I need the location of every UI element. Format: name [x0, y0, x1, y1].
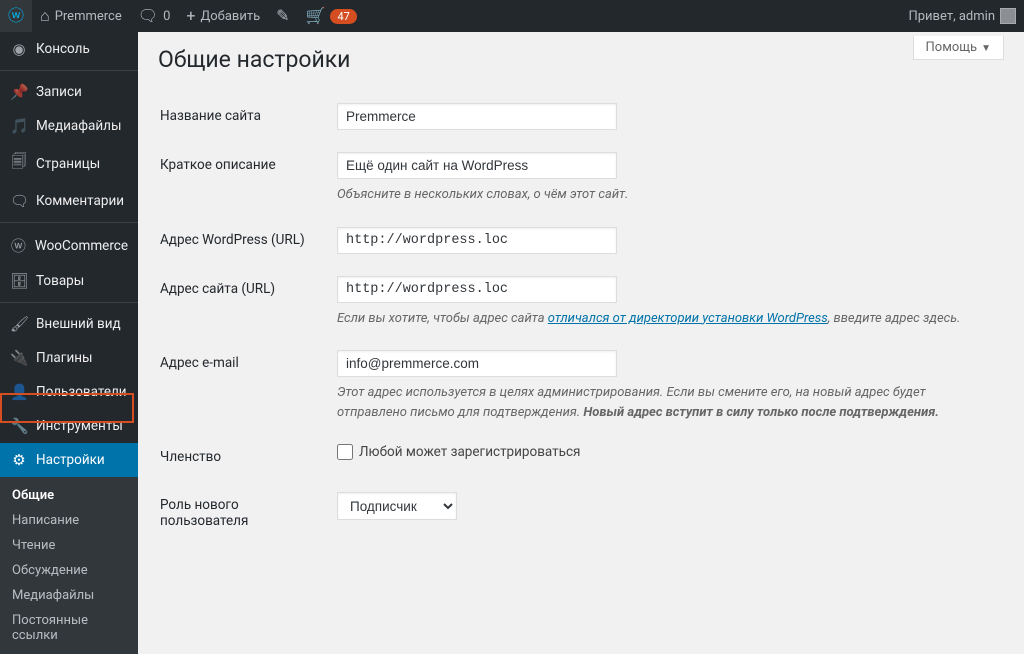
media-icon: 🎵	[10, 117, 28, 135]
avatar	[1000, 8, 1016, 24]
select-default-role[interactable]: Подписчик	[337, 492, 457, 520]
plug-icon: 🔌	[10, 349, 28, 367]
user-icon: 👤	[10, 383, 28, 401]
menu-posts[interactable]: 📌 Записи	[0, 70, 138, 109]
site-link[interactable]: ⌂ Premmerce	[32, 0, 130, 32]
menu-label: Инструменты	[36, 418, 123, 434]
menu-label: Внешний вид	[36, 316, 121, 332]
chevron-down-icon: ▼	[981, 43, 991, 54]
label-site-title: Название сайта	[160, 93, 335, 140]
label-siteurl: Адрес сайта (URL)	[160, 266, 335, 339]
label-email: Адрес e-mail	[160, 340, 335, 432]
membership-label[interactable]: Любой может зарегистрироваться	[337, 444, 992, 460]
archive-icon: 🗄	[10, 272, 28, 290]
menu-settings[interactable]: ⚙ Настройки	[0, 443, 138, 477]
link-siteurl-diff[interactable]: отличался от директории установки WordPr…	[548, 311, 828, 326]
input-tagline[interactable]	[337, 152, 617, 179]
desc-siteurl: Если вы хотите, чтобы адрес сайта отлича…	[337, 309, 992, 329]
pages-icon: 🗐	[10, 151, 28, 176]
submenu-reading[interactable]: Чтение	[0, 533, 138, 558]
add-new-label: Добавить	[200, 9, 260, 24]
desc-email: Этот адрес используется в целях админист…	[337, 383, 992, 422]
site-name: Premmerce	[55, 9, 122, 24]
brush-icon: 🖌	[10, 315, 28, 333]
menu-label: WooCommerce	[35, 238, 128, 254]
menu-appearance[interactable]: 🖌 Внешний вид	[0, 302, 138, 341]
input-email[interactable]	[337, 350, 617, 377]
admin-bar: ⓦ ⌂Premmerce 🗨0 +Добавить ✎ 🛒47 Привет, …	[0, 0, 1024, 32]
menu-label: Товары	[36, 273, 84, 289]
woocommerce-icon: ⓦ	[10, 235, 27, 256]
submenu-writing[interactable]: Написание	[0, 508, 138, 533]
menu-label: Медиафайлы	[36, 118, 121, 134]
menu-dashboard[interactable]: ◉ Консоль	[0, 32, 138, 66]
menu-label: Пользователи	[36, 384, 127, 400]
help-tab[interactable]: Помощь▼	[913, 36, 1004, 60]
forms-link[interactable]: ✎	[268, 0, 297, 32]
comment-icon: 🗨	[138, 8, 158, 24]
dashboard-icon: ◉	[10, 40, 28, 58]
menu-tools[interactable]: 🔧 Инструменты	[0, 409, 138, 443]
forms-icon: ✎	[276, 8, 289, 24]
submenu-media[interactable]: Медиафайлы	[0, 583, 138, 608]
checkbox-membership[interactable]	[337, 444, 353, 460]
submenu-discussion[interactable]: Обсуждение	[0, 558, 138, 583]
wrench-icon: 🔧	[10, 417, 28, 435]
menu-label: Консоль	[36, 41, 90, 57]
label-default-role: Роль нового пользователя	[160, 482, 335, 540]
input-wpurl[interactable]	[337, 227, 617, 254]
page-title: Общие настройки	[158, 32, 1004, 91]
settings-form: Название сайта Краткое описание Объяснит…	[158, 91, 1004, 540]
comment-icon: 🗨	[10, 192, 28, 210]
menu-comments[interactable]: 🗨 Комментарии	[0, 184, 138, 218]
pin-icon: 📌	[10, 83, 28, 101]
cart-link[interactable]: 🛒 47	[298, 0, 365, 32]
menu-media[interactable]: 🎵 Медиафайлы	[0, 109, 138, 143]
comments-count: 0	[163, 9, 170, 24]
menu-pages[interactable]: 🗐 Страницы	[0, 143, 138, 184]
content-area: Помощь▼ Общие настройки Название сайта К…	[138, 32, 1024, 540]
menu-users[interactable]: 👤 Пользователи	[0, 375, 138, 409]
menu-plugins[interactable]: 🔌 Плагины	[0, 341, 138, 375]
label-membership: Членство	[160, 434, 335, 480]
input-siteurl[interactable]	[337, 276, 617, 303]
wp-logo[interactable]: ⓦ	[0, 0, 32, 32]
admin-sidebar: ◉ Консоль 📌 Записи 🎵 Медиафайлы 🗐 Страницы 🗨…	[0, 32, 138, 540]
cart-icon: 🛒	[306, 8, 326, 24]
menu-woocommerce[interactable]: ⓦ WooCommerce	[0, 222, 138, 264]
cart-badge: 47	[330, 9, 356, 24]
comments-link[interactable]: 🗨0	[130, 0, 179, 32]
menu-label: Записи	[36, 84, 82, 100]
input-site-title[interactable]	[337, 103, 617, 130]
add-new[interactable]: + Добавить	[178, 0, 268, 32]
label-wpurl: Адрес WordPress (URL)	[160, 217, 335, 264]
greeting-text: Привет, admin	[908, 9, 995, 24]
menu-label: Плагины	[36, 350, 93, 366]
wordpress-icon: ⓦ	[8, 8, 24, 24]
desc-tagline: Объясните в нескольких словах, о чём это…	[337, 185, 992, 205]
help-label: Помощь	[926, 40, 978, 55]
menu-label: Страницы	[36, 156, 100, 172]
account-link[interactable]: Привет, admin	[900, 0, 1024, 32]
menu-products[interactable]: 🗄 Товары	[0, 264, 138, 298]
label-tagline: Краткое описание	[160, 142, 335, 215]
sliders-icon: ⚙	[10, 451, 28, 469]
plus-icon: +	[186, 8, 195, 24]
menu-label: Комментарии	[36, 193, 124, 209]
settings-submenu: Общие Написание Чтение Обсуждение Медиаф…	[0, 477, 138, 654]
membership-cb-text: Любой может зарегистрироваться	[359, 444, 580, 460]
submenu-general[interactable]: Общие	[0, 483, 138, 508]
menu-label: Настройки	[36, 452, 105, 468]
submenu-permalinks[interactable]: Постоянные ссылки	[0, 608, 138, 648]
home-icon: ⌂	[40, 8, 50, 24]
